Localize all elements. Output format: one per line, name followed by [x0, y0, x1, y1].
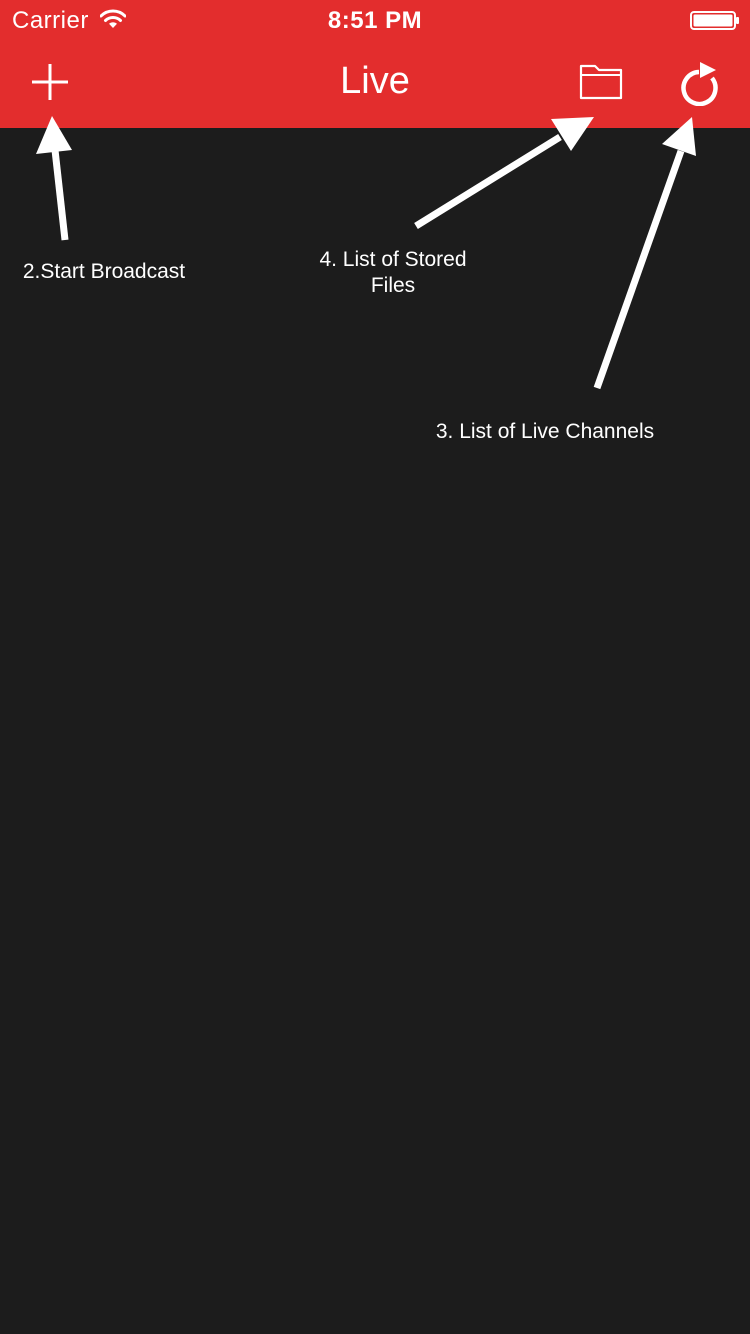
- status-time: 8:51 PM: [327, 7, 423, 34]
- stored-files-button[interactable]: [576, 60, 626, 104]
- callout-start-broadcast: 2.Start Broadcast: [22, 260, 186, 283]
- callout-live-channels: 3. List of Live Channels: [435, 420, 655, 443]
- navigation-bar: Live: [0, 40, 750, 128]
- folder-icon: [579, 64, 623, 100]
- page-title: Live: [340, 60, 410, 102]
- live-channels-button[interactable]: [676, 56, 724, 107]
- battery-icon: [690, 11, 739, 30]
- refresh-icon: [681, 62, 718, 107]
- callout-stored-files: 4. List of Stored Files: [319, 248, 467, 297]
- channel-list-area: [0, 128, 750, 1334]
- status-bar: Carrier 8:51 PM: [0, 0, 750, 40]
